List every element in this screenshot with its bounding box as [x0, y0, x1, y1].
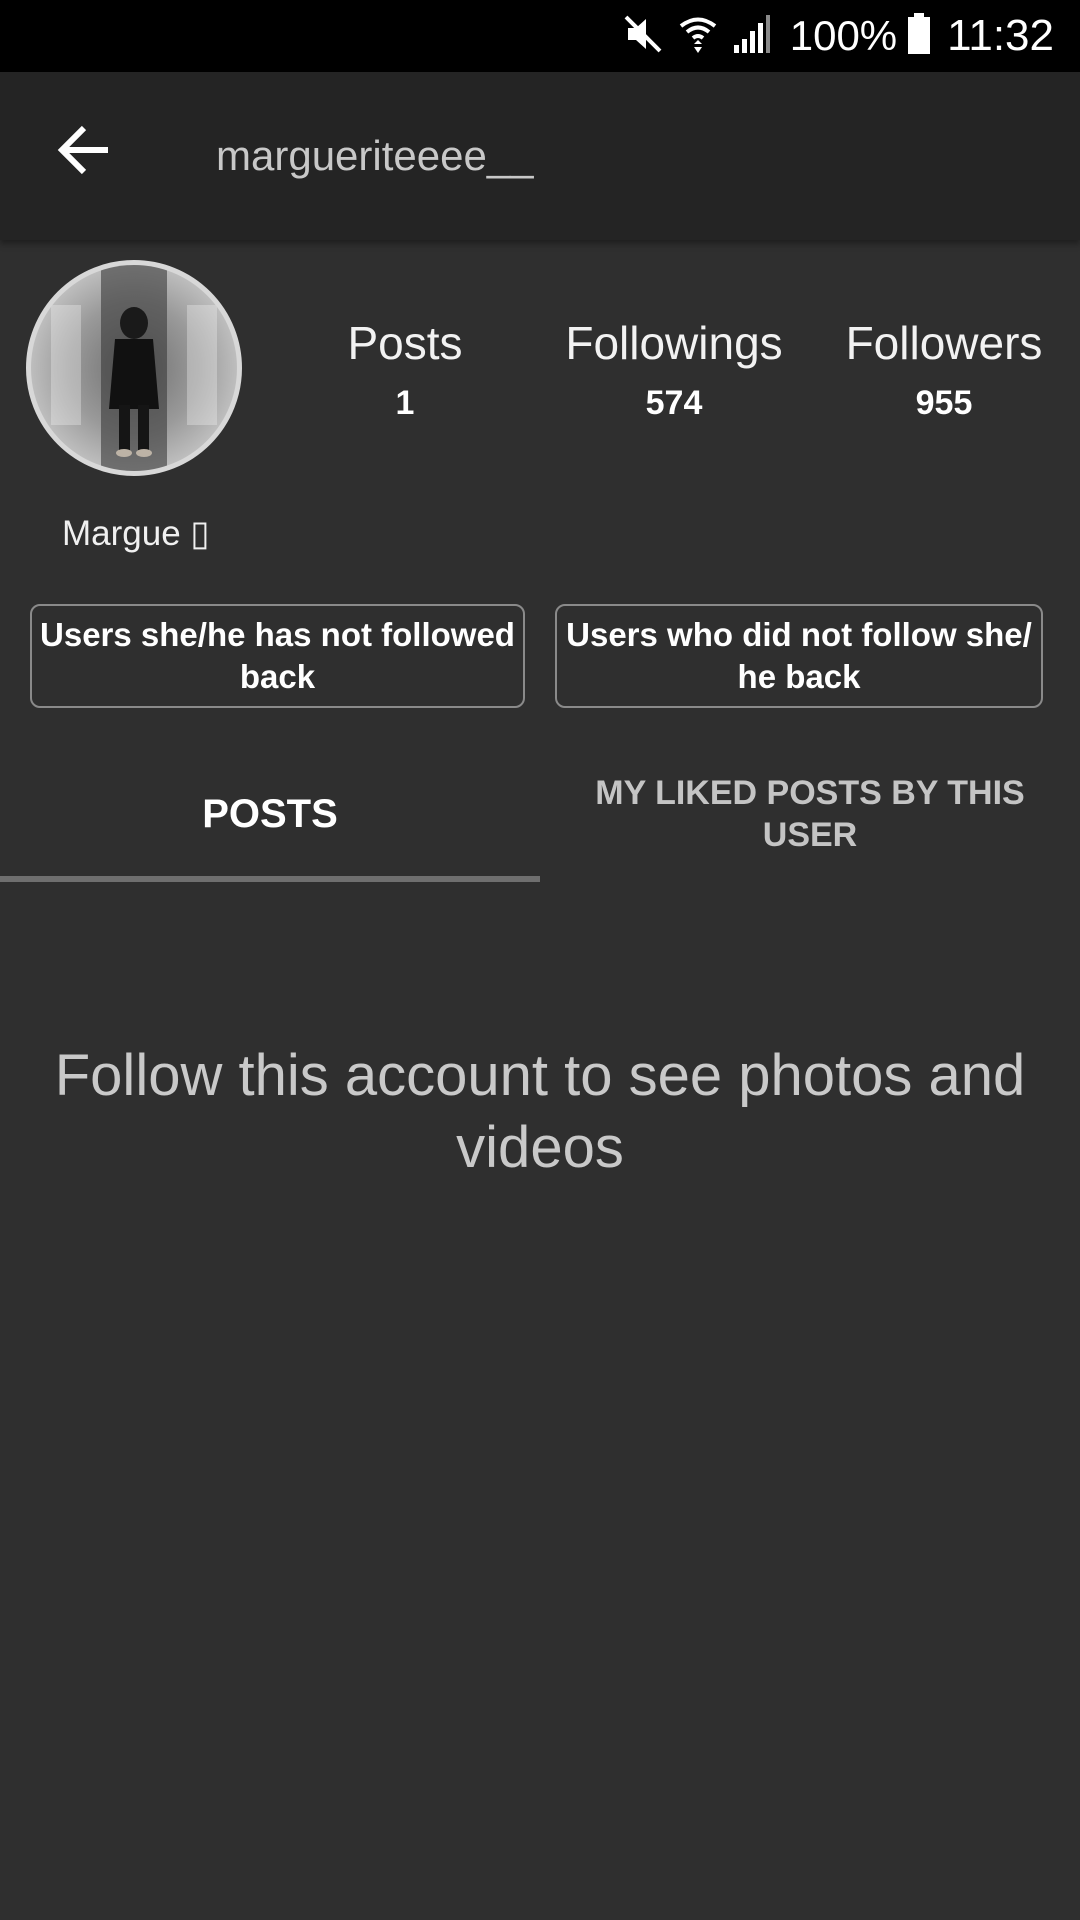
- followers-label: Followers: [845, 317, 1043, 369]
- tab-my-liked-posts[interactable]: MY LIKED POSTS BY THIS USER: [540, 744, 1080, 884]
- posts-label: Posts: [347, 317, 463, 369]
- avatar: [26, 260, 242, 476]
- posts-stat: Posts 1: [330, 316, 480, 423]
- app-bar: margueriteeee__: [0, 72, 1080, 240]
- clock-time: 11:32: [947, 11, 1054, 60]
- wifi-icon: [678, 13, 718, 60]
- tab-posts-label: POSTS: [202, 791, 338, 836]
- not-followed-back-label: Users she/he has not followed back: [40, 616, 515, 695]
- battery-icon: [907, 12, 931, 60]
- did-not-follow-back-button[interactable]: Users who did not follow she/ he back: [555, 604, 1043, 708]
- not-followed-back-button[interactable]: Users she/he has not followed back: [30, 604, 525, 708]
- back-button[interactable]: [44, 112, 124, 192]
- empty-state-message: Follow this account to see photos and vi…: [54, 1043, 1026, 1180]
- display-name: Margue ▯: [62, 514, 210, 553]
- followings-stat[interactable]: Followings 574: [554, 316, 794, 423]
- tab-my-liked-posts-label: MY LIKED POSTS BY THIS USER: [595, 774, 1025, 854]
- signal-icon: [732, 13, 772, 60]
- username-title: margueriteeee__: [216, 132, 534, 179]
- followings-label: Followings: [565, 317, 783, 369]
- posts-count: 1: [395, 384, 415, 422]
- status-bar: 100% 11:32: [0, 0, 1080, 72]
- mute-icon: [622, 13, 664, 60]
- followers-stat[interactable]: Followers 955: [834, 316, 1054, 423]
- followings-count: 574: [645, 384, 703, 422]
- battery-percentage: 100%: [789, 12, 898, 59]
- did-not-follow-back-label: Users who did not follow she/ he back: [566, 616, 1032, 695]
- tab-indicator: [0, 876, 540, 882]
- arrow-left-icon: [56, 122, 112, 183]
- tab-posts[interactable]: POSTS: [0, 744, 540, 884]
- followers-count: 955: [915, 384, 973, 422]
